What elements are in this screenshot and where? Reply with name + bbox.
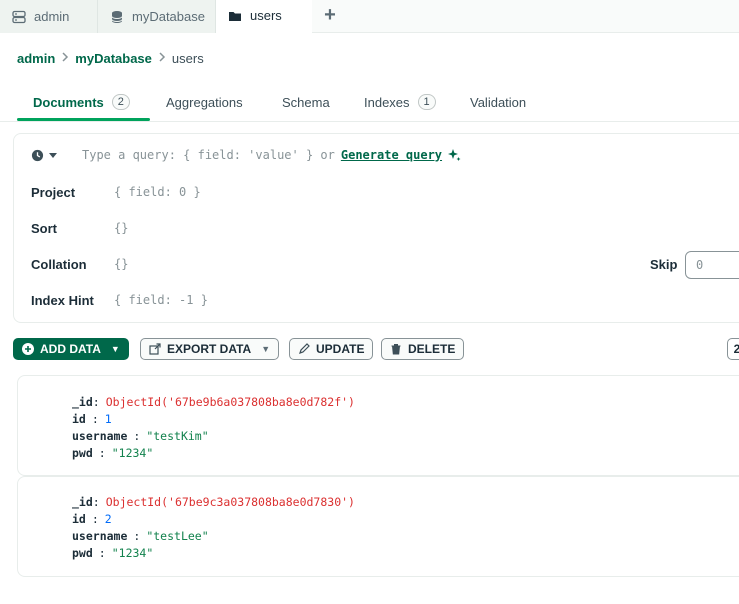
tab-admin[interactable]: admin — [0, 0, 98, 33]
field-key: _id — [72, 395, 93, 409]
tab-validation-label: Validation — [470, 94, 527, 110]
breadcrumb-database[interactable]: myDatabase — [75, 51, 152, 66]
trash-icon — [390, 343, 402, 355]
tab-indexes[interactable]: Indexes 1 — [364, 84, 436, 120]
caret-down-icon: ▼ — [110, 344, 120, 354]
field-value: ObjectId('67be9b6a037808ba8e0d782f') — [105, 395, 355, 409]
tab-users[interactable]: users — [216, 0, 312, 33]
skip-input[interactable]: 0 — [685, 251, 739, 279]
add-data-button[interactable]: ADD DATA ▼ — [13, 338, 129, 360]
tab-mydatabase-label: myDatabase — [132, 9, 205, 24]
chevron-right-icon — [61, 52, 69, 65]
field-key: id — [72, 512, 86, 526]
add-data-label: ADD DATA — [40, 342, 101, 356]
skip-label: Skip — [650, 257, 678, 272]
query-bar-panel: Type a query: { field: 'value' } or Gene… — [13, 133, 739, 323]
field-row: id: 1 — [72, 412, 112, 426]
chevron-right-icon — [158, 52, 166, 65]
tab-aggregations-label: Aggregations — [166, 94, 243, 110]
field-key: username — [72, 529, 128, 543]
project-label: Project — [31, 185, 76, 200]
breadcrumb-connection[interactable]: admin — [17, 51, 55, 66]
field-key: id — [72, 412, 86, 426]
field-value: "1234" — [111, 546, 154, 560]
tab-users-label: users — [250, 8, 282, 23]
database-icon — [110, 10, 124, 24]
document-card[interactable]: _id: ObjectId('67be9c3a037808ba8e0d7830'… — [17, 476, 739, 577]
field-key: pwd — [72, 446, 93, 460]
pagination-button[interactable]: 2 — [727, 338, 739, 360]
field-value: "1234" — [111, 446, 154, 460]
field-value: 2 — [104, 512, 112, 526]
update-label: UPDATE — [316, 342, 365, 356]
field-key: username — [72, 429, 128, 443]
field-row: username: "testKim" — [72, 429, 209, 443]
filter-input[interactable]: Type a query: { field: 'value' } or — [82, 148, 335, 162]
sparkle-icon — [447, 148, 461, 162]
field-key: pwd — [72, 546, 93, 560]
tab-validation[interactable]: Validation — [470, 84, 526, 120]
folder-icon — [228, 9, 242, 23]
tab-schema-label: Schema — [282, 94, 330, 110]
delete-label: DELETE — [408, 342, 456, 356]
plus-circle-icon — [22, 343, 34, 355]
collection-subtabs: Documents 2 Aggregations Schema Indexes … — [0, 84, 739, 122]
connection-tab-bar: admin myDatabase users + — [0, 0, 739, 33]
field-row: pwd: "1234" — [72, 446, 154, 460]
field-row: id: 2 — [72, 512, 112, 526]
pencil-icon — [298, 343, 310, 355]
sort-input[interactable]: {} — [114, 221, 128, 235]
field-row: _id: ObjectId('67be9b6a037808ba8e0d782f'… — [72, 395, 355, 409]
tab-documents[interactable]: Documents 2 — [33, 84, 130, 120]
clock-icon — [31, 149, 44, 161]
delete-button[interactable]: DELETE — [381, 338, 465, 360]
filter-row: Type a query: { field: 'value' } or Gene… — [31, 148, 461, 162]
collation-label: Collation — [31, 257, 87, 272]
breadcrumb-collection: users — [171, 51, 204, 66]
index-hint-label: Index Hint — [31, 293, 94, 308]
indexes-count-badge: 1 — [417, 94, 436, 110]
tab-admin-label: admin — [34, 9, 70, 24]
tab-indexes-label: Indexes — [364, 94, 410, 110]
index-hint-input[interactable]: { field: -1 } — [114, 293, 208, 307]
server-icon — [12, 10, 26, 24]
update-button[interactable]: UPDATE — [289, 338, 374, 360]
tab-mydatabase[interactable]: myDatabase — [98, 0, 216, 33]
field-value: "testLee" — [146, 529, 209, 543]
field-key: _id — [72, 495, 93, 509]
field-value: "testKim" — [146, 429, 209, 443]
caret-down-icon: ▼ — [261, 344, 271, 354]
project-input[interactable]: { field: 0 } — [114, 185, 201, 199]
tab-aggregations[interactable]: Aggregations — [166, 84, 243, 120]
collation-input[interactable]: {} — [114, 257, 128, 271]
field-row: username: "testLee" — [72, 529, 209, 543]
sort-label: Sort — [31, 221, 57, 236]
tab-schema[interactable]: Schema — [282, 84, 330, 120]
breadcrumb: admin myDatabase users — [17, 51, 204, 66]
export-data-button[interactable]: EXPORT DATA ▼ — [140, 338, 280, 360]
field-value: ObjectId('67be9c3a037808ba8e0d7830') — [105, 495, 355, 509]
caret-down-icon — [49, 153, 57, 158]
document-card[interactable]: _id: ObjectId('67be9b6a037808ba8e0d782f'… — [17, 375, 739, 476]
field-value: 1 — [104, 412, 112, 426]
add-tab-icon[interactable]: + — [320, 4, 340, 26]
tab-documents-label: Documents — [33, 94, 104, 110]
generate-query-link[interactable]: Generate query — [341, 148, 442, 162]
export-icon — [149, 343, 161, 355]
query-history-button[interactable] — [31, 149, 58, 162]
active-tab-underline — [17, 118, 150, 121]
field-row: _id: ObjectId('67be9c3a037808ba8e0d7830'… — [72, 495, 355, 509]
documents-count-badge: 2 — [111, 94, 130, 110]
export-data-label: EXPORT DATA — [167, 342, 252, 356]
field-row: pwd: "1234" — [72, 546, 154, 560]
